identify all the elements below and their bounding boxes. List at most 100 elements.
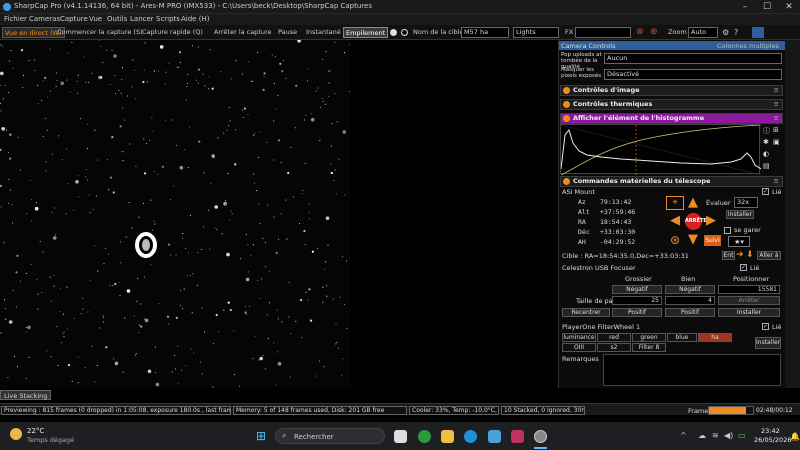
pin-icon[interactable]	[752, 27, 764, 38]
store-icon[interactable]	[488, 430, 501, 443]
search-box[interactable]: ⌕ Rechercher	[275, 428, 385, 444]
filter-red[interactable]: red	[597, 333, 631, 342]
center-icon[interactable]: ⌖	[666, 196, 684, 210]
dropped-frames-select[interactable]: Aucun	[604, 53, 782, 64]
frame-type-select[interactable]: Lights	[513, 27, 559, 38]
filterwheel-link-checkbox[interactable]: ✓	[762, 323, 769, 330]
rate-select[interactable]: 32x	[734, 197, 758, 208]
wifi-icon[interactable]: ≋	[712, 431, 719, 440]
histogram-header[interactable]: Afficher l'élément de l'histogramme ≡	[560, 113, 783, 124]
clock-date[interactable]: 26/05/2026	[754, 436, 791, 444]
start-capture-button[interactable]: Commencer la capture (S)	[55, 27, 145, 38]
filter-8[interactable]: Filter 8	[632, 343, 666, 352]
weather-desc[interactable]: Temps dégagé	[27, 436, 74, 444]
menu-launch[interactable]: Lancer	[130, 15, 154, 23]
app-green-icon[interactable]	[418, 430, 431, 443]
weather-moon-icon[interactable]	[10, 428, 22, 440]
fine-step-input[interactable]: 4	[665, 296, 715, 305]
volume-icon[interactable]: ◀)	[724, 431, 733, 440]
menu-file[interactable]: Fichier	[4, 15, 27, 23]
snapshot-button[interactable]: Instantané	[304, 27, 343, 38]
histogram-info-icon[interactable]: ⓘ	[763, 126, 770, 136]
coarse-negative-button[interactable]: Négatif	[612, 285, 662, 294]
histogram-stretch-icon[interactable]: ◐	[763, 150, 769, 158]
move-west-button[interactable]: ◀	[668, 214, 682, 228]
filter-ha[interactable]: ha	[698, 333, 732, 342]
multiple-columns-toggle[interactable]: Colonnes multiples	[717, 42, 779, 50]
menu-view[interactable]: Vue	[89, 15, 102, 23]
pause-button[interactable]: Pause	[276, 27, 299, 38]
maximize-button[interactable]: ☐	[756, 0, 778, 14]
filter-blue[interactable]: blue	[667, 333, 697, 342]
filterwheel-setup-button[interactable]: Installer	[755, 337, 781, 349]
fine-negative-button[interactable]: Négatif	[665, 285, 715, 294]
histogram-zoom-icon[interactable]: ⊞	[773, 126, 779, 134]
focuser-stop-button[interactable]: Arrêter	[718, 296, 780, 305]
menu-tools[interactable]: Outils	[107, 15, 127, 23]
hot-pixels-select[interactable]: Désactivé	[604, 69, 782, 80]
menu-cameras[interactable]: Cameras	[29, 15, 60, 23]
live-stack-button[interactable]: Empilement	[343, 27, 389, 38]
filter-oiii[interactable]: OIII	[562, 343, 596, 352]
goto-button[interactable]: Aller à	[757, 251, 781, 260]
live-stacking-tab[interactable]: Live Stacking	[0, 390, 52, 400]
coarse-positive-button[interactable]: Positif	[612, 308, 662, 317]
menu-help[interactable]: Aide (H)	[181, 15, 209, 23]
filter-luminance[interactable]: luminance	[562, 333, 596, 342]
telescope-controls-header[interactable]: Commandes matérielles du télescope ≡	[560, 176, 783, 187]
filter-green[interactable]: green	[632, 333, 666, 342]
quick-capture-button[interactable]: Capture rapide (Q)	[140, 27, 205, 38]
file-explorer-icon[interactable]	[441, 430, 454, 443]
histogram-settings-icon[interactable]: ✱	[763, 138, 769, 146]
fx-select[interactable]	[575, 27, 631, 38]
edge-browser-icon[interactable]	[464, 430, 477, 443]
image-controls-header[interactable]: Contrôles d'image ≡	[560, 85, 783, 96]
tray-cloud-icon[interactable]: ☁	[698, 431, 706, 440]
focuser-link-checkbox[interactable]: ✓	[740, 264, 747, 271]
sharpcap-icon[interactable]	[534, 430, 547, 443]
histogram-plot[interactable]	[560, 124, 762, 176]
crosshair-icon[interactable]: ⊗	[636, 28, 646, 37]
stop-capture-button[interactable]: Arrêter la capture	[212, 27, 274, 38]
target-name-input[interactable]: M57 ha	[461, 27, 509, 38]
panel-scrollbar[interactable]	[785, 40, 800, 388]
record-icon[interactable]	[390, 29, 397, 36]
recenter-button[interactable]: Recentrer	[562, 308, 610, 317]
zoom-select[interactable]: Auto	[688, 27, 718, 38]
mount-link-checkbox[interactable]: ✓	[762, 188, 769, 195]
menu-capture[interactable]: Capture	[60, 15, 88, 23]
windows-start-icon[interactable]: ⊞	[256, 430, 268, 442]
image-display[interactable]	[0, 40, 350, 388]
tracking-button[interactable]: Suivi	[704, 235, 721, 246]
enter-button[interactable]: Ent	[722, 251, 735, 260]
taskview-icon[interactable]	[394, 430, 407, 443]
battery-icon[interactable]: ▭	[738, 431, 746, 440]
move-north-button[interactable]: ▲	[686, 196, 700, 210]
coarse-step-input[interactable]: 25	[612, 296, 662, 305]
mount-setup-button[interactable]: Installer	[726, 210, 754, 219]
menu-scripts[interactable]: Scripts	[156, 15, 180, 23]
position-input[interactable]: 15581	[718, 285, 780, 294]
notes-textarea[interactable]	[603, 354, 781, 386]
camera-controls-header[interactable]: Camera Controls Colonnes multiples	[559, 41, 785, 50]
move-south-button[interactable]: ▼	[686, 233, 700, 247]
tray-chevron-icon[interactable]: ^	[680, 431, 687, 440]
minimize-button[interactable]: –	[734, 0, 756, 14]
histogram-save-icon[interactable]: ▤	[763, 162, 770, 170]
fine-positive-button[interactable]: Positif	[665, 308, 715, 317]
settings-icon[interactable]: ⚙	[722, 28, 729, 37]
stop-mount-button[interactable]: ARRÊTE	[685, 213, 707, 230]
thermal-controls-header[interactable]: Contrôles thermiques ≡	[560, 99, 783, 110]
histogram-lock-icon[interactable]: ▣	[773, 138, 780, 146]
weather-temp[interactable]: 22°C	[27, 427, 44, 435]
sync-icon[interactable]: ⊛	[667, 233, 683, 248]
star-select-icon[interactable]: ★▾	[728, 236, 750, 247]
arrow-right-icon[interactable]: ➜	[736, 250, 744, 260]
move-east-button[interactable]: ▶	[704, 214, 718, 228]
park-checkbox[interactable]	[724, 227, 731, 234]
app-red-icon[interactable]	[511, 430, 524, 443]
help-icon[interactable]: ?	[734, 28, 738, 37]
reticle-icon[interactable]: ⊕	[650, 28, 660, 37]
close-button[interactable]: ✕	[778, 0, 800, 14]
filter-s2[interactable]: s2	[597, 343, 631, 352]
